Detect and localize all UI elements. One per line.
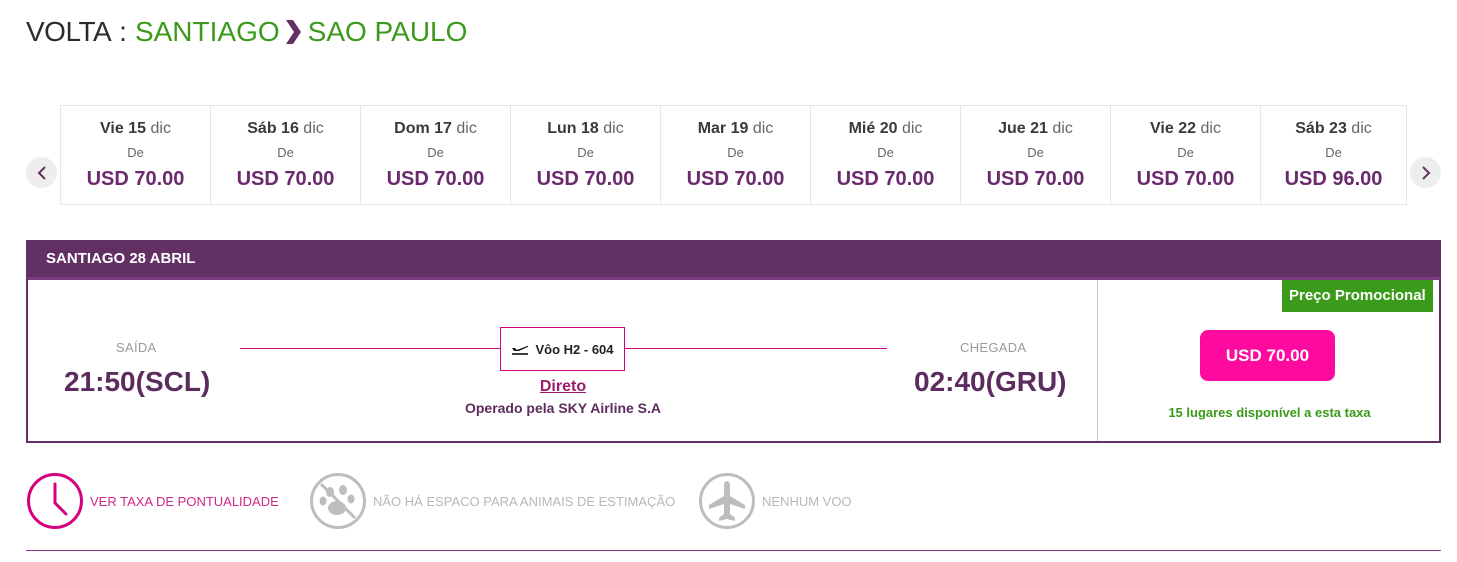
date-option[interactable]: Sáb 23 dic De USD 96.00	[1260, 105, 1407, 205]
no-flight-feature: NENHUM VOO	[698, 472, 852, 530]
plane-takeoff-icon	[512, 345, 529, 355]
pets-label: NÃO HÁ ESPACO PARA ANIMAIS DE ESTIMAÇÃO	[373, 493, 676, 509]
operated-by: Operado pela SKY Airline S.A	[464, 400, 662, 416]
date-option[interactable]: Dom 17 dic De USD 70.00	[360, 105, 510, 205]
date-price: USD 70.00	[386, 168, 485, 190]
arrival-time: 02:40(GRU)	[914, 366, 1067, 397]
no-flight-label: NENHUM VOO	[762, 493, 852, 509]
prev-dates-button[interactable]	[26, 157, 57, 188]
no-pets-icon	[310, 473, 366, 529]
date-price: USD 96.00	[1284, 168, 1383, 190]
flight-body: SAÍDA 21:50(SCL) Vôo H2 - 604 Direto Ope…	[26, 277, 1441, 443]
direct-link[interactable]: Direto	[428, 378, 698, 396]
date-price: USD 70.00	[686, 168, 785, 190]
date-option[interactable]: Vie 15 dic De USD 70.00	[60, 105, 210, 205]
date-option[interactable]: Mar 19 dic De USD 70.00	[660, 105, 810, 205]
date-price: USD 70.00	[1136, 168, 1235, 190]
promo-badge: Preço Promocional	[1282, 280, 1433, 312]
punctuality-link[interactable]: VER TAXA DE PONTUALIDADE	[90, 494, 279, 509]
date-price: USD 70.00	[86, 168, 185, 190]
route-title: VOLTA : SANTIAGO SAO PAULO	[26, 12, 467, 52]
flight-number-box: Vôo H2 - 604	[500, 327, 625, 371]
chevron-left-icon	[37, 165, 46, 180]
route-line-right	[625, 348, 887, 349]
departure-label: SAÍDA	[116, 340, 157, 355]
bottom-divider	[26, 550, 1441, 551]
chevron-right-icon	[285, 20, 301, 44]
date-option[interactable]: Sáb 16 dic De USD 70.00	[210, 105, 360, 205]
flight-card: SANTIAGO 28 ABRIL SAÍDA 21:50(SCL) Vôo H…	[26, 240, 1441, 443]
next-dates-button[interactable]	[1410, 157, 1441, 188]
chevron-right-icon	[1421, 165, 1430, 180]
route-separator: :	[119, 16, 127, 47]
arrival-label: CHEGADA	[960, 340, 1027, 355]
seats-info: 15 lugares disponível a esta taxa	[1168, 405, 1371, 420]
date-option[interactable]: Jue 21 dic De USD 70.00	[960, 105, 1110, 205]
date-price: USD 70.00	[536, 168, 635, 190]
date-strip: Vie 15 dic De USD 70.00 Sáb 16 dic De US…	[60, 105, 1407, 205]
date-price: USD 70.00	[986, 168, 1085, 190]
airplane-icon	[699, 473, 755, 529]
destination-city: SAO PAULO	[307, 16, 468, 47]
date-option[interactable]: Vie 22 dic De USD 70.00	[1110, 105, 1260, 205]
clock-icon	[27, 473, 83, 529]
date-option[interactable]: Lun 18 dic De USD 70.00	[510, 105, 660, 205]
date-price: USD 70.00	[836, 168, 935, 190]
departure-time: 21:50(SCL)	[64, 366, 211, 397]
route-line-left	[240, 348, 500, 349]
pets-feature: NÃO HÁ ESPACO PARA ANIMAIS DE ESTIMAÇÃO	[309, 472, 675, 530]
select-price-button[interactable]: USD 70.00	[1200, 330, 1335, 381]
route-label: VOLTA	[26, 16, 112, 47]
flight-number: Vôo H2 - 604	[535, 341, 614, 357]
flight-header: SANTIAGO 28 ABRIL	[26, 240, 1441, 277]
date-option[interactable]: Mié 20 dic De USD 70.00	[810, 105, 960, 205]
origin-city: SANTIAGO	[134, 16, 280, 47]
punctuality-feature[interactable]: VER TAXA DE PONTUALIDADE	[26, 472, 279, 530]
date-price: USD 70.00	[236, 168, 335, 190]
